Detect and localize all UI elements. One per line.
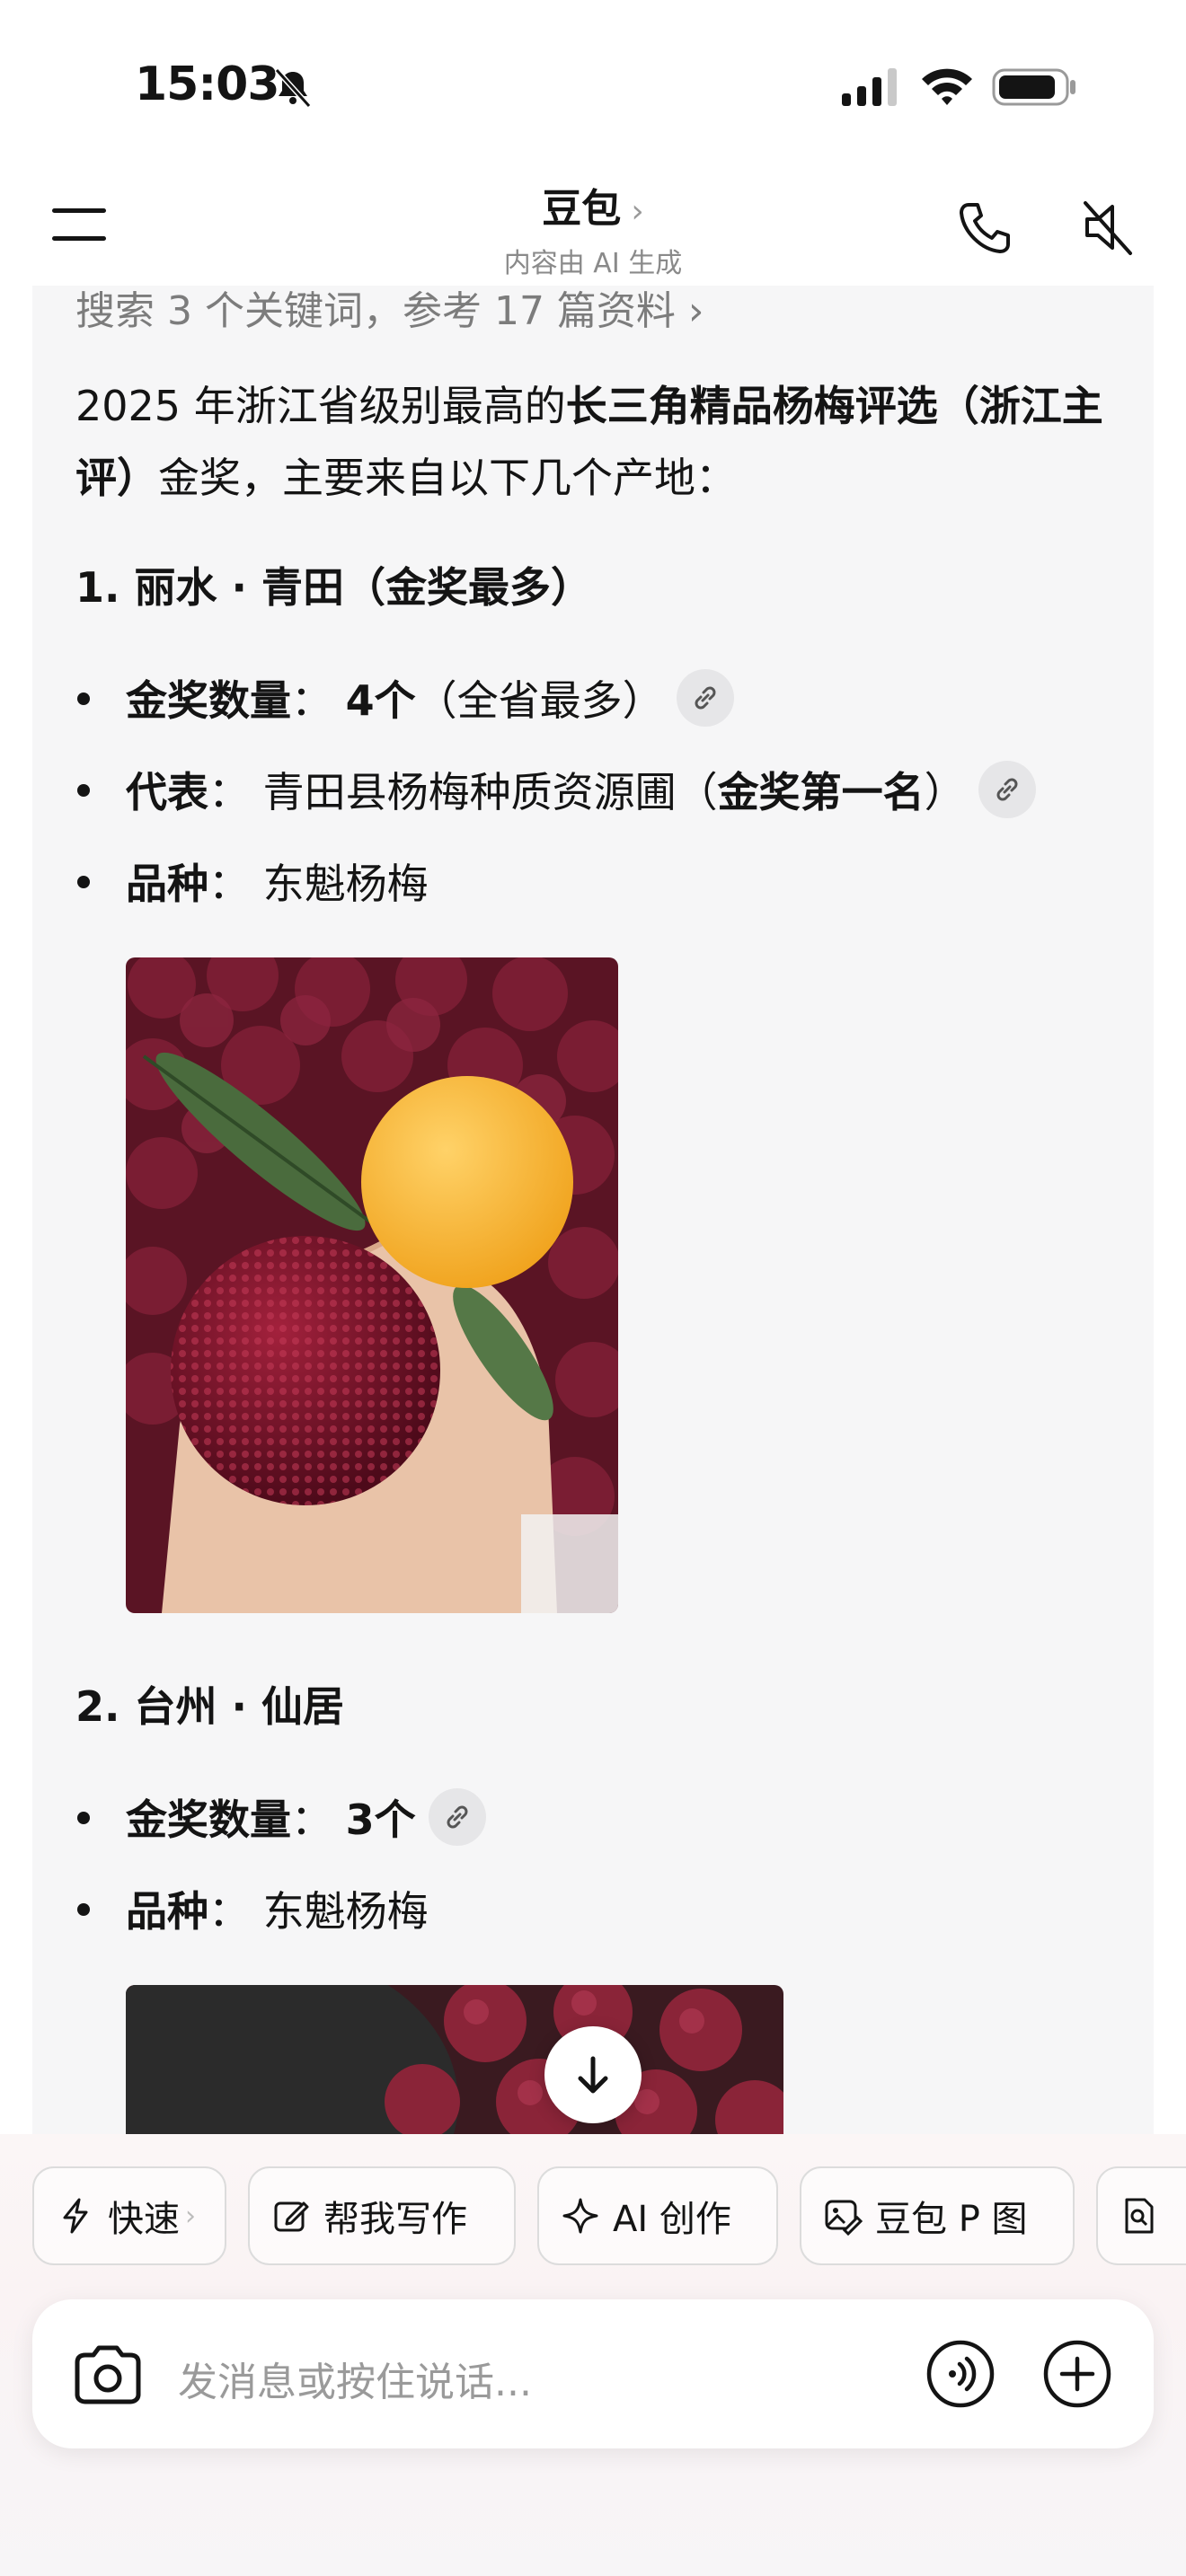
chat-title[interactable]: 豆包 › 内容由 AI 生成 <box>359 176 827 280</box>
status-time: 15:03 <box>135 57 280 111</box>
image-edit-icon <box>825 2200 863 2236</box>
bullet <box>77 693 90 705</box>
bayberry-photo[interactable] <box>126 957 618 1613</box>
list-item: 金奖数量： 3个 <box>126 1787 486 1847</box>
lightning-icon <box>63 2198 88 2234</box>
quick-action-ai-create[interactable]: AI 创作 <box>537 2166 778 2265</box>
document-search-icon <box>1125 2198 1154 2234</box>
quick-action-more[interactable] <box>1096 2166 1186 2265</box>
ai-generated-note: 内容由 AI 生成 <box>503 248 683 279</box>
link-icon <box>996 778 1018 801</box>
voice-wave-icon[interactable] <box>925 2339 996 2409</box>
quick-action-write[interactable]: 帮我写作 <box>248 2166 516 2265</box>
source-link-button[interactable] <box>978 761 1036 818</box>
arrow-down-icon <box>578 2056 608 2094</box>
quick-action-fast[interactable]: 快速 › <box>32 2166 226 2265</box>
battery-icon <box>992 68 1075 106</box>
bullet <box>77 1903 90 1916</box>
list-item: 代表： 青田县杨梅种质资源圃（ 金奖第一名） <box>126 760 1036 819</box>
edit-icon <box>274 2201 309 2232</box>
section-heading: 2. 台州 · 仙居 <box>75 1682 344 1731</box>
phone-icon[interactable] <box>956 199 1013 257</box>
signal-icon <box>842 68 897 106</box>
link-icon <box>695 686 716 710</box>
bayberry-photo[interactable] <box>126 1985 783 2136</box>
message-input-placeholder[interactable]: 发消息或按住说话... <box>178 2350 532 2407</box>
wifi-icon <box>922 68 972 105</box>
link-icon <box>447 1805 468 1829</box>
source-link-button[interactable] <box>676 669 734 727</box>
title-chevron-icon: › <box>631 193 644 230</box>
scroll-to-bottom-button[interactable] <box>544 2026 642 2123</box>
sparkle-icon <box>562 2198 598 2234</box>
speaker-mute-icon[interactable] <box>1076 196 1139 259</box>
chevron-right-icon: › <box>185 2200 196 2232</box>
list-item: 品种： 东魁杨梅 <box>126 1887 429 1936</box>
list-item: 品种： 东魁杨梅 <box>126 860 429 908</box>
list-item: 金奖数量： 4个 （全省最多） <box>126 668 734 728</box>
title-text: 豆包 <box>542 186 622 232</box>
answer-intro: 2025 年浙江省级别最高的长三角精品杨梅评选（浙江主评）金奖，主要来自以下几个… <box>75 382 1103 502</box>
search-references-link[interactable]: 搜索 3 个关键词，参考 17 篇资料 › <box>75 278 704 336</box>
bullet <box>77 1812 90 1824</box>
section-heading: 1. 丽水 · 青田（金奖最多） <box>75 563 592 612</box>
bullet <box>77 876 90 888</box>
menu-icon[interactable] <box>50 205 108 244</box>
plus-icon[interactable] <box>1042 2339 1112 2409</box>
source-link-button[interactable] <box>428 1788 486 1846</box>
quick-action-image-edit[interactable]: 豆包 P 图 <box>800 2166 1075 2265</box>
camera-icon[interactable] <box>72 2342 144 2405</box>
bullet <box>77 784 90 797</box>
bell-off-icon <box>274 67 312 109</box>
